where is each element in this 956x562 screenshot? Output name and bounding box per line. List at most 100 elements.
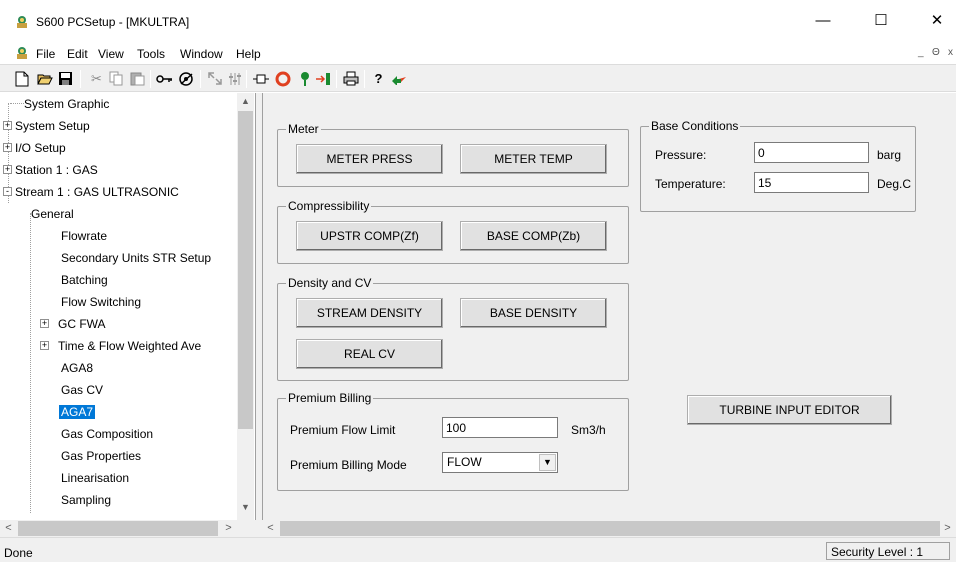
stream-density-button[interactable]: STREAM DENSITY [296,298,443,328]
copy-icon[interactable] [108,70,125,87]
tree-item-flowrate[interactable]: Flowrate [61,225,107,245]
tree-item-aga8[interactable]: AGA8 [61,357,93,377]
tree-item-system-graphic[interactable]: System Graphic [10,93,109,113]
tree-item-station[interactable]: + Station 1 : GAS [3,159,98,179]
download-icon[interactable] [296,70,313,87]
scroll-left-icon[interactable]: < [0,520,17,537]
minimize-button[interactable]: — [800,8,846,34]
tree-horizontal-scrollbar[interactable]: < > [0,520,256,537]
premium-billing-group: Premium Billing Premium Flow Limit Sm3/h… [277,391,629,491]
app-icon [17,16,27,28]
collapse-icon[interactable]: - [3,187,12,197]
upstr-comp-button[interactable]: UPSTR COMP(Zf) [296,221,443,251]
toolbar-separator [80,70,81,88]
expand-icon[interactable]: + [40,341,49,351]
new-icon[interactable] [13,70,30,87]
mdi-restore-button[interactable]: Θ [932,47,940,58]
transfer-icon[interactable] [206,70,223,87]
mdi-minimize-button[interactable]: _ [918,47,924,58]
save-icon[interactable] [57,70,74,87]
key-icon[interactable] [156,70,173,87]
tree-item-gas-cv[interactable]: Gas CV [61,379,103,399]
status-text: Done [4,546,33,560]
plug-icon[interactable] [252,70,269,87]
menu-file[interactable]: File [36,47,55,61]
scroll-right-icon[interactable]: > [220,520,237,537]
menu-tools[interactable]: Tools [137,47,165,61]
tree-item-io-setup[interactable]: + I/O Setup [3,137,66,157]
close-button[interactable]: ✕ [914,8,956,34]
tree-item-time-flow-weighted[interactable]: + Time & Flow Weighted Ave [40,335,201,355]
premium-billing-mode-value: FLOW [447,455,482,469]
help-icon[interactable]: ? [370,70,387,87]
tree-item-label: General [31,206,74,221]
menu-window[interactable]: Window [180,47,223,61]
scroll-down-icon[interactable]: ▼ [237,499,254,516]
maximize-button[interactable]: ☐ [858,8,904,34]
config-icon[interactable] [226,70,243,87]
menu-view[interactable]: View [98,47,124,61]
cut-icon[interactable]: ✂ [88,70,105,87]
pressure-label: Pressure: [655,148,707,162]
tree-item-general[interactable]: General [31,203,74,223]
tree-item-secondary-units[interactable]: Secondary Units STR Setup [61,247,211,267]
tree-item-label: Station 1 : GAS [15,162,98,177]
temperature-unit: Deg.C [877,177,912,191]
menu-edit[interactable]: Edit [67,47,88,61]
expand-icon[interactable]: + [40,319,49,329]
tree-item-stream[interactable]: - Stream 1 : GAS ULTRASONIC [3,181,179,201]
meter-legend: Meter [286,122,321,136]
tree-item-label: Gas Composition [61,426,154,441]
scroll-thumb[interactable] [238,111,253,429]
tree-item-batching[interactable]: Batching [61,269,108,289]
stop-icon[interactable] [274,70,291,87]
scroll-right-icon[interactable]: > [939,520,956,537]
expand-icon[interactable]: + [3,165,12,175]
premium-billing-mode-select[interactable]: FLOW ▼ [442,452,558,473]
print-icon[interactable] [342,70,359,87]
toolbar-separator [150,70,151,88]
scroll-up-icon[interactable]: ▲ [237,93,254,110]
paste-icon[interactable] [129,70,146,87]
premium-flow-limit-input[interactable] [442,417,558,438]
tree-vertical-scrollbar[interactable]: ▲ ▼ [237,93,254,529]
tree-item-flow-switching[interactable]: Flow Switching [61,291,141,311]
meter-temp-button[interactable]: METER TEMP [460,144,607,174]
mdi-close-button[interactable]: x [948,47,953,58]
tree-item-label: Linearisation [61,470,130,485]
dropdown-arrow-icon[interactable]: ▼ [539,454,556,471]
document-icon[interactable] [14,45,30,61]
temperature-input[interactable] [754,172,869,193]
real-cv-button[interactable]: REAL CV [296,339,443,369]
form-horizontal-scrollbar[interactable]: < > [262,520,956,537]
menu-help[interactable]: Help [236,47,261,61]
toolbar-separator [364,70,365,88]
context-help-icon[interactable] [390,70,407,87]
connect-icon[interactable] [178,70,195,87]
scroll-thumb[interactable] [18,521,218,536]
base-density-button[interactable]: BASE DENSITY [460,298,607,328]
tree-item-gas-properties[interactable]: Gas Properties [61,445,141,465]
scroll-thumb[interactable] [280,521,940,536]
toolbar: ✂ ? [0,64,956,92]
meter-group: Meter METER PRESS METER TEMP [277,122,629,187]
base-comp-button[interactable]: BASE COMP(Zb) [460,221,607,251]
status-bar: Done Security Level : 1 [0,537,956,562]
expand-icon[interactable]: + [3,121,12,131]
expand-icon[interactable]: + [3,143,12,153]
tree-item-linearisation[interactable]: Linearisation [61,467,129,487]
tree-item-system-setup[interactable]: + System Setup [3,115,90,135]
meter-press-button[interactable]: METER PRESS [296,144,443,174]
turbine-input-editor-button[interactable]: TURBINE INPUT EDITOR [687,395,892,425]
tree-item-gc-fwa[interactable]: + GC FWA [40,313,106,333]
tree-item-sampling[interactable]: Sampling [61,489,111,509]
toolbar-separator [336,70,337,88]
scroll-left-icon[interactable]: < [262,520,279,537]
tree-item-label: Batching [61,272,108,287]
upload-icon[interactable] [314,70,331,87]
tree-item-gas-composition[interactable]: Gas Composition [61,423,153,443]
open-icon[interactable] [36,70,53,87]
tree-item-aga7[interactable]: AGA7 [59,401,96,421]
pressure-input[interactable] [754,142,869,163]
toolbar-separator [200,70,201,88]
